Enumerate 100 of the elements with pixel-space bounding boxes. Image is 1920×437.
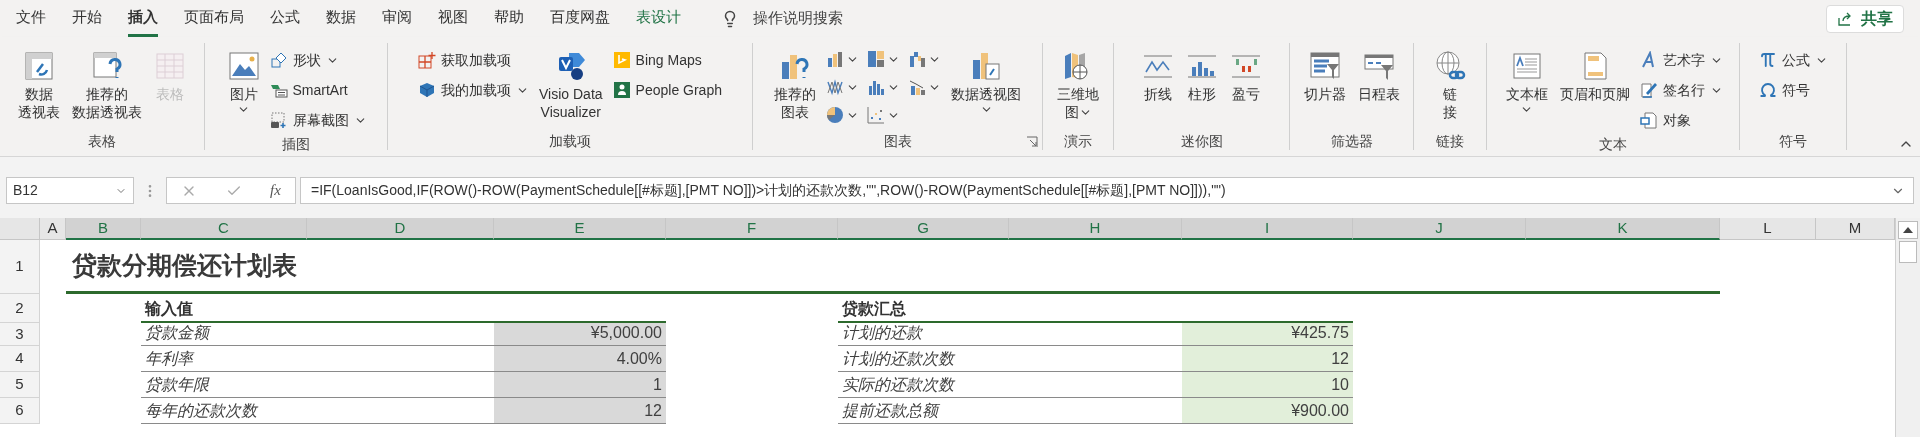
search-button[interactable]: 操作说明搜索 — [721, 7, 843, 30]
group-label: 符号 — [1779, 132, 1807, 150]
menu-tab[interactable]: 帮助 — [494, 0, 524, 37]
field-label: 每年的还款次数 — [145, 401, 257, 421]
group-label: 加载项 — [549, 132, 591, 150]
value-cell: ¥425.75 — [1182, 323, 1353, 346]
group-label: 筛选器 — [1330, 132, 1373, 150]
column-header[interactable]: G — [838, 218, 1009, 240]
value-cell: 1 — [494, 372, 666, 398]
scrollbar-thumb[interactable] — [1899, 241, 1917, 263]
ribbon-button[interactable]: Bing Maps — [609, 45, 725, 75]
menu-tab[interactable]: 表设计 — [636, 0, 681, 37]
formula-field[interactable]: =IF(LoanIsGood,IF(ROW()-ROW(PaymentSchedule[[#标题],[PMT NO]])>计划的还款次数,"",ROW()-ROW(PaymentSchedule[[#标题],[PMT NO]])),"") — [300, 177, 1914, 204]
launcher-icon — [1026, 136, 1038, 148]
row-header[interactable]: 5 — [0, 372, 40, 398]
column-header[interactable]: I — [1182, 218, 1353, 240]
ribbon-button[interactable]: 切片器 — [1298, 43, 1351, 103]
ribbon-button[interactable]: 数据透视图 — [946, 43, 1026, 116]
ribbon-button[interactable]: 折线 — [1136, 43, 1179, 103]
column-header[interactable]: B — [66, 218, 141, 240]
histogram-icon — [867, 78, 885, 96]
value-cell: ¥5,000.00 — [494, 323, 666, 346]
column-chart-icon — [826, 50, 844, 68]
menu-tab[interactable]: 页面布局 — [184, 0, 244, 37]
group-label: 插图 — [282, 135, 310, 153]
ribbon-button[interactable]: 页眉和页脚 — [1554, 43, 1635, 103]
value-cell: 10 — [1182, 372, 1353, 398]
screenshot-icon — [269, 111, 288, 129]
ribbon-button[interactable]: 链 接 — [1429, 43, 1471, 121]
object-icon — [1639, 111, 1658, 129]
column-header[interactable]: F — [666, 218, 838, 240]
row-header[interactable]: 4 — [0, 346, 40, 372]
cube-icon — [418, 81, 436, 99]
pie-chart-icon — [826, 106, 844, 124]
share-button[interactable]: 共享 — [1826, 4, 1904, 33]
insert-function-button[interactable]: fx — [269, 179, 281, 202]
menu-tab[interactable]: 开始 — [72, 0, 102, 37]
menu-tab[interactable]: 百度网盘 — [550, 0, 610, 37]
share-icon — [1837, 10, 1853, 27]
ribbon-button[interactable]: 盈亏 — [1224, 43, 1267, 103]
menu-tab[interactable]: 文件 — [16, 0, 46, 37]
map-pin-icon — [612, 51, 631, 69]
omega-icon — [1758, 81, 1777, 99]
field-label: 实际的还款次数 — [842, 375, 954, 395]
ribbon-button[interactable]: 屏幕截图 — [266, 105, 370, 135]
row-header[interactable]: 2 — [0, 294, 40, 323]
ribbon-button[interactable]: Visio Data Visualizer — [534, 43, 608, 121]
column-header[interactable]: M — [1816, 218, 1895, 240]
menu-tab[interactable]: 数据 — [326, 0, 356, 37]
ribbon-button[interactable]: 推荐的 数据透视表 — [67, 43, 147, 121]
column-header[interactable]: A — [40, 218, 66, 240]
column-header[interactable]: L — [1720, 218, 1816, 240]
add-grid-icon — [418, 51, 436, 69]
waterfall-chart-icon — [908, 50, 926, 68]
ribbon-button[interactable]: 数据 透视表 — [13, 43, 65, 121]
ribbon-button[interactable]: 对象 — [1636, 105, 1726, 135]
combo-chart-icon — [908, 78, 926, 96]
picture-icon — [227, 50, 260, 82]
column-header[interactable]: H — [1009, 218, 1182, 240]
ribbon-button[interactable]: 日程表 — [1352, 43, 1405, 103]
pi-icon — [1758, 51, 1777, 69]
section-heading: 输入值 — [145, 299, 193, 319]
menu-tab[interactable]: 视图 — [438, 0, 468, 37]
vertical-scrollbar[interactable] — [1895, 218, 1920, 437]
ribbon-button[interactable]: People Graph — [609, 75, 725, 105]
row-header[interactable]: 3 — [0, 323, 40, 346]
column-header[interactable]: C — [141, 218, 307, 240]
ribbon-button[interactable]: 符号 — [1755, 75, 1831, 105]
ribbon-button[interactable]: 签名行 — [1636, 75, 1726, 105]
group-label: 文本 — [1599, 135, 1627, 153]
pivot-table-icon — [23, 50, 55, 82]
ribbon-button[interactable]: 推荐的 图表 — [769, 43, 821, 121]
group-label: 表格 — [88, 132, 116, 150]
column-header[interactable]: D — [307, 218, 494, 240]
row-header[interactable]: 6 — [0, 398, 40, 424]
menu-tab[interactable]: 公式 — [270, 0, 300, 37]
column-header[interactable]: E — [494, 218, 666, 240]
globe-link-icon — [1434, 50, 1466, 82]
dialog-launcher-button[interactable] — [1026, 136, 1038, 148]
ribbon-button[interactable]: 形状 — [266, 45, 370, 75]
ribbon-button[interactable]: 三维地 图 — [1052, 43, 1104, 121]
ribbon-button[interactable]: 艺术字 — [1636, 45, 1726, 75]
field-label: 计划的还款次数 — [842, 349, 954, 369]
ribbon-button[interactable]: 我的加载项 — [415, 75, 532, 105]
ribbon-button[interactable]: SmartArt — [266, 75, 370, 105]
shapes-icon — [269, 51, 288, 69]
sheet-title: 贷款分期偿还计划表 — [72, 249, 297, 281]
field-label: 年利率 — [145, 349, 193, 369]
ribbon-button[interactable]: 文本框 — [1500, 43, 1553, 116]
pivot-chart-icon — [970, 50, 1002, 82]
ribbon-button[interactable]: 图片 — [222, 43, 265, 116]
name-box[interactable]: B12 — [6, 177, 134, 204]
row-header[interactable]: 1 — [0, 240, 40, 294]
column-header[interactable]: J — [1353, 218, 1526, 240]
ribbon-button[interactable]: 获取加载项 — [415, 45, 532, 75]
group-label: 演示 — [1064, 132, 1092, 150]
ribbon-button[interactable]: 公式 — [1755, 45, 1831, 75]
menu-tab[interactable]: 审阅 — [382, 0, 412, 37]
ribbon-button[interactable]: 柱形 — [1180, 43, 1223, 103]
column-header[interactable]: K — [1526, 218, 1720, 240]
